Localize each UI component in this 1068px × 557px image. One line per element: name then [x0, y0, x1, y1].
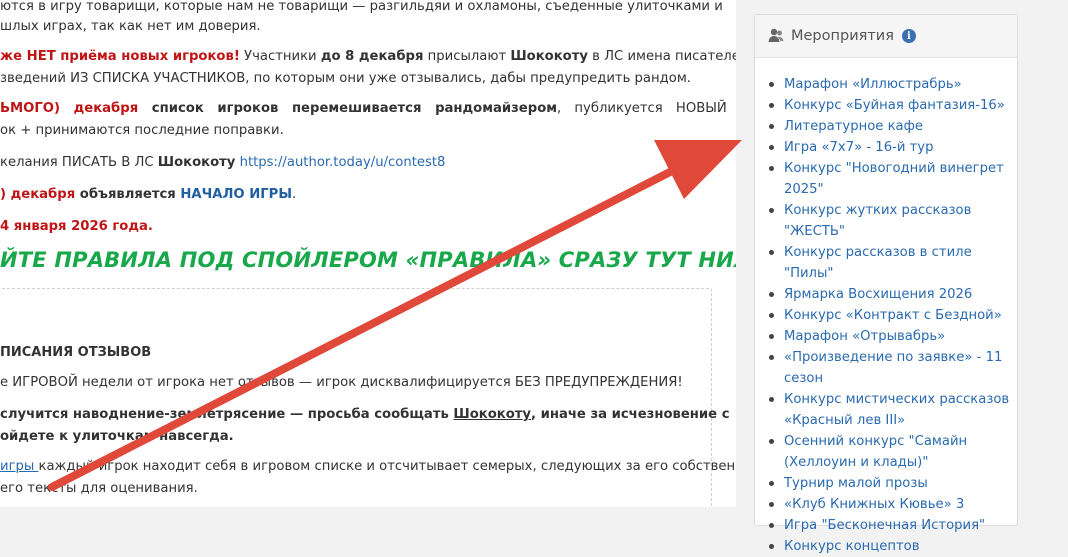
events-list: Марафон «Иллюстрабрь» Конкурс «Буйная фан…: [755, 58, 1017, 557]
event-link[interactable]: Турнир малой прозы: [769, 473, 1016, 494]
event-link[interactable]: Игра «7х7» - 16-й тур: [769, 137, 1016, 158]
rules-text-line: келания ПИСАТЬ В ЛС Шококоту https://aut…: [0, 155, 446, 170]
rules-text-line: ЬМОГО) декабря список игроков перемешива…: [0, 101, 727, 116]
event-link[interactable]: «Произведение по заявке» - 11 сезон: [769, 347, 1016, 389]
rules-slogan: ЙТЕ ПРАВИЛА ПОД СПОЙЛЕРОМ «ПРАВИЛА» СРАЗ…: [0, 248, 736, 272]
event-link[interactable]: Марафон «Отрывабрь»: [769, 326, 1016, 347]
event-link[interactable]: Конкурс "Новогодний винегрет 2025": [769, 158, 1016, 200]
spoiler-title: ПИСАНИЯ ОТЗЫВОВ: [0, 345, 152, 360]
rules-text-line: ) декабря объявляется НАЧАЛО ИГРЫ.: [0, 187, 297, 202]
event-link[interactable]: Конкурс концептов: [769, 536, 1016, 557]
shokokot-link[interactable]: Шококоту: [453, 407, 531, 422]
spoiler-text-line: случится наводнение-землетрясение — прос…: [0, 407, 730, 422]
info-icon[interactable]: i: [901, 29, 916, 43]
event-link[interactable]: Конкурс «Буйная фантазия-16»: [769, 95, 1016, 116]
users-icon: [767, 27, 785, 45]
rules-text-line: ок + принимаются последние поправки.: [0, 123, 284, 138]
rules-text-line: шлых играх, так как нет им доверия.: [0, 19, 261, 34]
event-link[interactable]: Конкурс рассказов в стиле "Пилы": [769, 242, 1016, 284]
main-content: ются в игру товарищи, которые нам не тов…: [0, 0, 736, 507]
event-link[interactable]: Ярмарка Восхищения 2026: [769, 284, 1016, 305]
events-title: Мероприятия: [791, 28, 894, 44]
event-link[interactable]: Конкурс жутких рассказов "ЖЕСТЬ": [769, 200, 1016, 242]
spoiler-text-line: его тексты для оценивания.: [0, 481, 198, 496]
event-link[interactable]: Осенний конкурс "Самайн (Хеллоуин и клад…: [769, 431, 1016, 473]
event-link[interactable]: Марафон «Иллюстрабрь»: [769, 74, 1016, 95]
rules-text-line: же НЕТ приёма новых игроков! Участники д…: [0, 49, 736, 64]
event-link[interactable]: Игра "Бесконечная История": [769, 515, 1016, 536]
game-link[interactable]: игры: [0, 459, 38, 474]
rules-text-line: 4 января 2026 года.: [0, 219, 153, 234]
spoiler-text-line: ойдете к улиточкам навсегда.: [0, 429, 234, 444]
spoiler-text-line: е ИГРОВОЙ недели от игрока нет отзывов —…: [0, 375, 683, 390]
event-link[interactable]: Конкурс мистических рассказов «Красный л…: [769, 389, 1016, 431]
contest-link[interactable]: https://author.today/u/contest8: [235, 155, 446, 170]
spoiler-text-line: игры каждый игрок находит себя в игровом…: [0, 459, 736, 474]
rules-text-line: зведений ИЗ СПИСКА УЧАСТНИКОВ, по которы…: [0, 71, 691, 86]
event-link[interactable]: Литературное кафе: [769, 116, 1016, 137]
event-link[interactable]: «Клуб Книжных Кювье» 3: [769, 494, 1016, 515]
event-link[interactable]: Конкурс «Контракт с Бездной»: [769, 305, 1016, 326]
events-sidebar: Мероприятия i Марафон «Иллюстрабрь» Конку…: [754, 14, 1018, 554]
events-header: Мероприятия i: [755, 15, 1017, 58]
